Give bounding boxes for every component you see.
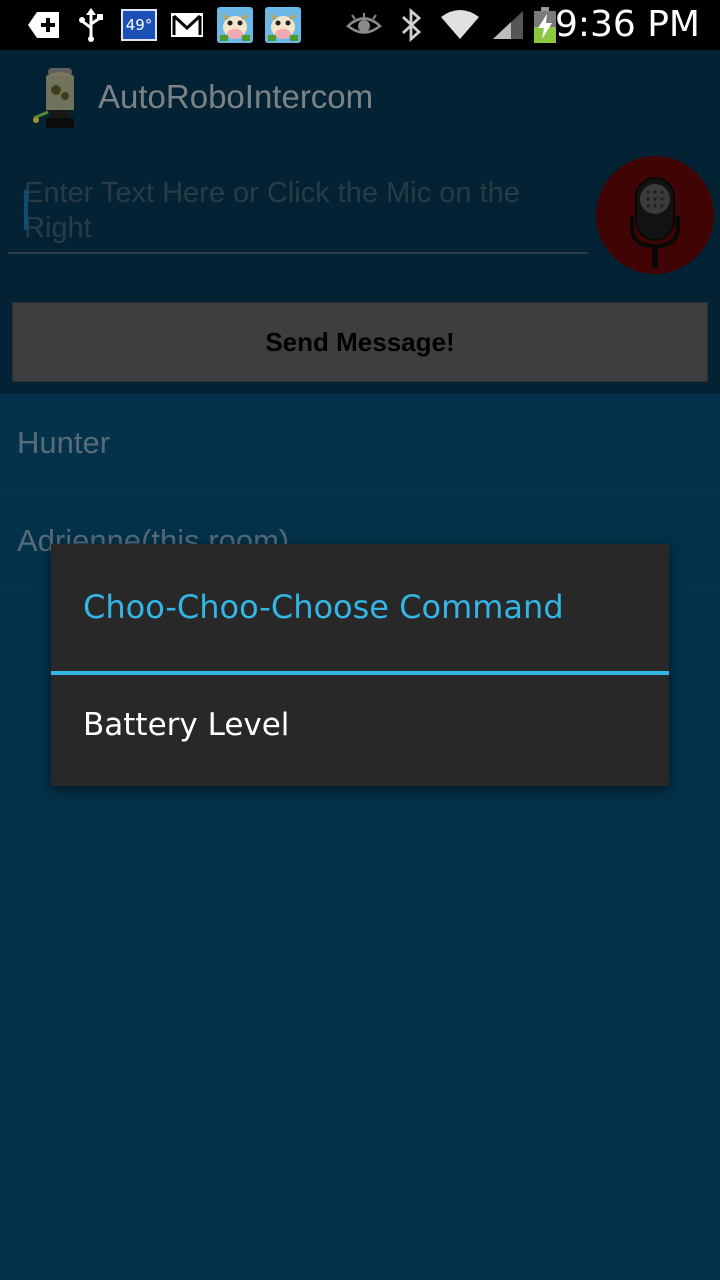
gmail-icon [170, 7, 204, 43]
screen: 49° 9:36 PM AutoRoboIntercom Enter Text … [0, 0, 720, 1280]
add-app-icon [26, 7, 62, 43]
status-time: 9:36 PM [554, 4, 700, 45]
signal-icon [490, 7, 526, 43]
dialog-title: Choo-Choo-Choose Command [83, 588, 564, 626]
temperature-badge: 49° [120, 7, 158, 43]
command-dialog: Choo-Choo-Choose Command Battery Level [51, 544, 669, 786]
status-bar: 49° 9:36 PM [0, 0, 720, 50]
temperature-value: 49° [121, 9, 157, 41]
eye-icon [346, 7, 382, 43]
wifi-icon [440, 7, 480, 43]
usb-icon [76, 7, 106, 43]
cow-game-icon [216, 7, 254, 43]
cow-game-icon [264, 7, 302, 43]
dialog-option-battery-level[interactable]: Battery Level [51, 675, 669, 786]
bluetooth-icon [398, 7, 424, 43]
